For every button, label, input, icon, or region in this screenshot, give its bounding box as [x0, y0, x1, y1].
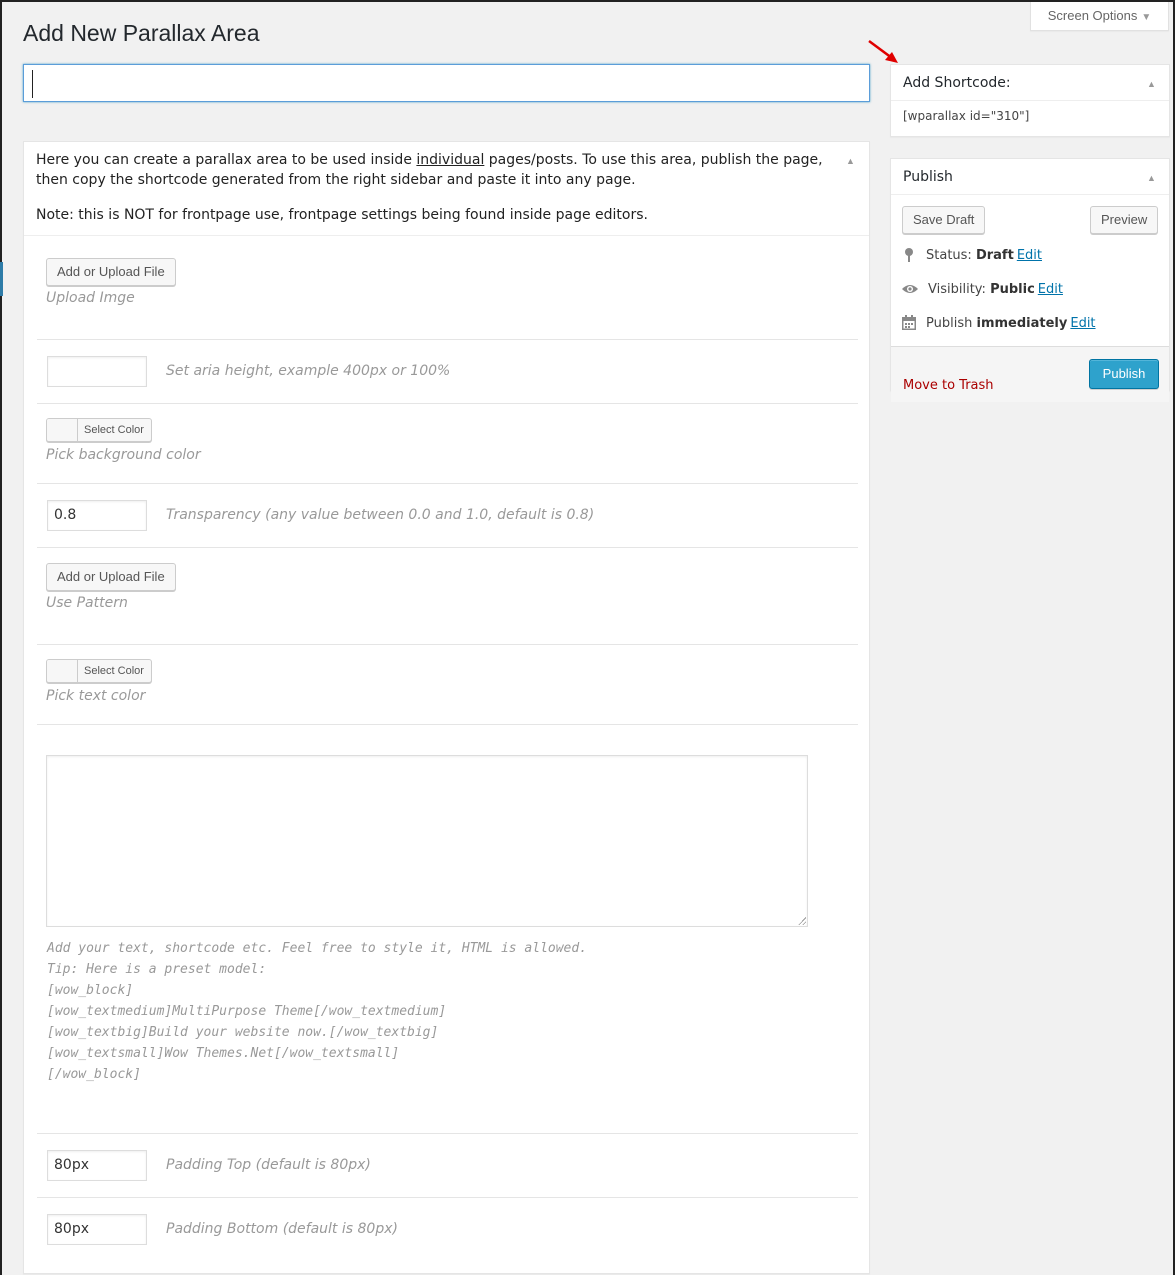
- divider: [37, 644, 858, 645]
- collapse-arrow-icon[interactable]: ▲: [846, 156, 855, 166]
- help-line: [wow_textsmall]Wow Themes.Net[/wow_texts…: [47, 1046, 400, 1061]
- page-title: Add New Parallax Area: [23, 20, 260, 46]
- publish-box: Publish ▲ Save Draft Preview Status: Dra…: [890, 158, 1170, 402]
- divider: [37, 339, 858, 340]
- help-line: [/wow_block]: [47, 1067, 141, 1082]
- bg-color-picker[interactable]: Select Color: [46, 418, 152, 442]
- divider: [37, 724, 858, 725]
- visibility-row: Visibility: Public Edit: [901, 281, 1063, 297]
- select-color-label: Select Color: [84, 665, 144, 677]
- eye-icon: [901, 281, 919, 297]
- pattern-desc: Use Pattern: [46, 595, 128, 611]
- edit-status-link[interactable]: Edit: [1017, 248, 1042, 263]
- transparency-desc: Transparency (any value between 0.0 and …: [166, 507, 595, 523]
- padding-top-input[interactable]: 80px: [47, 1150, 147, 1181]
- individual-underline: individual: [416, 152, 485, 168]
- publish-date-row: Publish immediately Edit: [901, 315, 1096, 331]
- bg-color-desc: Pick background color: [46, 447, 201, 463]
- upload-pattern-button[interactable]: Add or Upload File: [46, 563, 176, 591]
- resize-handle-icon[interactable]: [798, 917, 806, 925]
- upload-image-desc: Upload Imge: [46, 290, 135, 306]
- intro-note: Note: this is NOT for frontpage use, fro…: [36, 207, 648, 223]
- padding-bottom-input[interactable]: 80px: [47, 1214, 147, 1245]
- color-swatch: [47, 419, 78, 441]
- padding-bottom-desc: Padding Bottom (default is 80px): [166, 1221, 398, 1237]
- calendar-icon: [901, 315, 917, 331]
- status-row: Status: Draft Edit: [901, 247, 1042, 263]
- visibility-label: Visibility:: [928, 281, 986, 297]
- text-color-desc: Pick text color: [46, 688, 146, 704]
- edit-visibility-link[interactable]: Edit: [1038, 282, 1063, 297]
- publish-label: Publish: [926, 315, 973, 331]
- divider: [37, 403, 858, 404]
- divider: [37, 483, 858, 484]
- pin-icon: [901, 247, 917, 263]
- upload-image-button[interactable]: Add or Upload File: [46, 258, 176, 286]
- collapse-arrow-icon[interactable]: ▲: [1147, 79, 1156, 89]
- collapse-arrow-icon[interactable]: ▲: [1147, 173, 1156, 183]
- text-color-picker[interactable]: Select Color: [46, 659, 152, 683]
- divider: [891, 100, 1169, 101]
- shortcode-box: Add Shortcode: ▲ [wparallax id="310"]: [890, 64, 1170, 137]
- content-textarea[interactable]: [46, 755, 808, 927]
- publish-button[interactable]: Publish: [1089, 359, 1159, 389]
- title-input[interactable]: [23, 64, 870, 102]
- divider: [891, 194, 1169, 195]
- divider: [24, 235, 869, 236]
- help-line: [wow_textbig]Build your website now.[/wo…: [47, 1025, 439, 1040]
- color-swatch: [47, 660, 78, 682]
- help-line: Add your text, shortcode etc. Feel free …: [47, 941, 588, 956]
- screen-options-label: Screen Options: [1047, 8, 1138, 23]
- publish-value: immediately: [976, 315, 1068, 331]
- padding-top-desc: Padding Top (default is 80px): [166, 1157, 371, 1173]
- divider: [37, 1197, 858, 1198]
- admin-menu-indicator: [0, 262, 3, 296]
- help-line: [wow_block]: [47, 983, 134, 998]
- shortcode-value: [wparallax id="310"]: [903, 109, 1030, 123]
- caret-down-icon: ▼: [1141, 12, 1152, 23]
- save-draft-button[interactable]: Save Draft: [902, 206, 986, 234]
- text-cursor: [32, 70, 33, 98]
- move-to-trash-link[interactable]: Move to Trash: [903, 378, 994, 393]
- select-color-label: Select Color: [84, 424, 144, 436]
- status-label: Status:: [926, 247, 972, 263]
- help-line: Tip: Here is a preset model:: [47, 962, 267, 977]
- divider: [37, 547, 858, 548]
- publish-box-title: Publish: [903, 169, 953, 185]
- visibility-value: Public: [990, 281, 1035, 297]
- transparency-input[interactable]: 0.8: [47, 500, 147, 531]
- intro-text: Here you can create a parallax area to b…: [36, 150, 848, 190]
- parallax-settings-box: Here you can create a parallax area to b…: [23, 141, 870, 1274]
- annotation-arrow-icon: [868, 39, 898, 63]
- area-height-desc: Set aria height, example 400px or 100%: [166, 363, 451, 379]
- window-left-border: [0, 0, 2, 1275]
- intro-text-part: Here you can create a parallax area to b…: [36, 152, 417, 168]
- edit-date-link[interactable]: Edit: [1070, 316, 1095, 331]
- preview-button[interactable]: Preview: [1090, 206, 1159, 234]
- shortcode-box-title: Add Shortcode:: [903, 75, 1011, 91]
- content-help-text: Add your text, shortcode etc. Feel free …: [47, 938, 587, 1085]
- window-top-border: [0, 0, 1175, 2]
- screen-options-button[interactable]: Screen Options ▼: [1030, 2, 1169, 31]
- divider: [37, 1133, 858, 1134]
- divider: [891, 346, 1169, 347]
- help-line: [wow_textmedium]MultiPurpose Theme[/wow_…: [47, 1004, 447, 1019]
- area-height-input[interactable]: [47, 356, 147, 387]
- status-value: Draft: [975, 247, 1014, 263]
